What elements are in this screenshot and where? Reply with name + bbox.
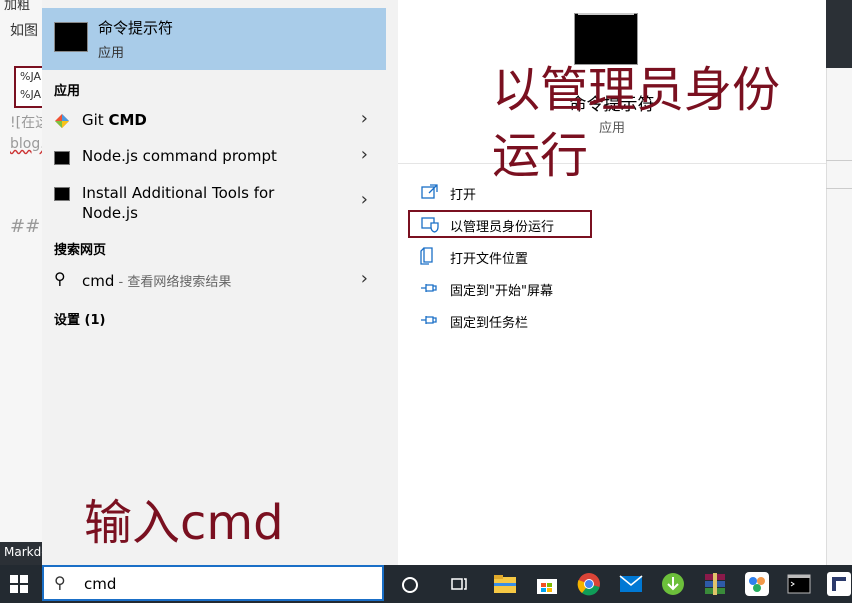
- baidu-netdisk-icon[interactable]: [744, 571, 770, 597]
- mail-icon[interactable]: [618, 571, 644, 597]
- bg-heading-marker: ##: [10, 216, 41, 237]
- file-explorer-icon[interactable]: [492, 571, 518, 597]
- search-icon: ⚲: [54, 573, 66, 592]
- app-item-git-cmd[interactable]: Git CMD ›: [42, 104, 386, 138]
- action-label: 打开文件位置: [450, 252, 529, 267]
- chrome-icon[interactable]: [576, 571, 602, 597]
- web-search-query: cmd: [82, 272, 115, 290]
- bg-text-line: 如图: [10, 23, 38, 39]
- task-view-icon[interactable]: [446, 571, 472, 597]
- store-icon[interactable]: [534, 571, 560, 597]
- app-item-nodejs-prompt[interactable]: Node.js command prompt ›: [42, 140, 386, 174]
- chevron-right-icon[interactable]: ›: [361, 108, 368, 129]
- app-item-nodejs-tools[interactable]: Install Additional Tools for Node.js ›: [42, 176, 386, 228]
- app-label-line2: Node.js: [82, 204, 138, 222]
- action-label: 固定到"开始"屏幕: [450, 284, 553, 299]
- search-input[interactable]: [82, 572, 366, 596]
- app-icon[interactable]: [826, 571, 852, 597]
- action-open-file-location[interactable]: 打开文件位置: [420, 244, 780, 268]
- action-run-as-admin[interactable]: 以管理员身份运行: [420, 212, 780, 236]
- command-prompt-icon: [54, 22, 88, 52]
- section-apps: 应用: [54, 84, 81, 99]
- shield-icon: [421, 217, 439, 233]
- file-location-icon: [420, 247, 433, 265]
- section-web-search: 搜索网页: [54, 243, 107, 258]
- pin-icon: [421, 316, 437, 324]
- command-prompt-icon: [54, 187, 70, 201]
- action-pin-start[interactable]: 固定到"开始"屏幕: [420, 276, 780, 300]
- web-search-item[interactable]: ⚲ cmd - 查看网络搜索结果 ›: [42, 264, 386, 298]
- chevron-right-icon[interactable]: ›: [361, 189, 368, 210]
- action-label: 打开: [450, 188, 477, 203]
- chevron-right-icon[interactable]: ›: [361, 144, 368, 165]
- taskbar-search-box[interactable]: ⚲: [42, 565, 384, 601]
- app-label-bold: CMD: [108, 111, 147, 129]
- open-icon: [421, 184, 438, 199]
- taskbar: ⚲: [0, 565, 852, 603]
- best-match-title: 命令提示符: [98, 19, 174, 37]
- app-label: Git: [82, 111, 109, 129]
- git-icon: [55, 114, 69, 128]
- bg-toolbar-text: 加粗: [4, 0, 31, 13]
- section-settings[interactable]: 设置 (1): [54, 309, 105, 328]
- annotation-type-cmd: 输入cmd: [84, 495, 284, 551]
- divider: [398, 163, 826, 164]
- bg-preview-pane: [826, 0, 852, 68]
- download-app-icon[interactable]: [660, 571, 686, 597]
- annotation-run-as-admin-line2: 运行: [492, 128, 589, 184]
- search-icon: ⚲: [54, 269, 66, 288]
- windows-start-icon[interactable]: [10, 575, 28, 593]
- chevron-right-icon[interactable]: ›: [361, 268, 368, 289]
- app-label: Install Additional Tools for: [82, 184, 275, 202]
- command-prompt-taskbar-icon[interactable]: [786, 571, 812, 597]
- bg-blog-link: blog.: [10, 136, 45, 152]
- cortana-icon[interactable]: [402, 577, 418, 593]
- action-pin-taskbar[interactable]: 固定到任务栏: [420, 308, 780, 332]
- annotation-run-as-admin: 以管理员身份: [492, 62, 781, 118]
- winrar-icon[interactable]: [702, 571, 728, 597]
- app-label: Node.js command prompt: [82, 147, 277, 165]
- action-label: 以管理员身份运行: [450, 220, 555, 235]
- preview-subtitle: 应用: [598, 121, 625, 136]
- best-match-item[interactable]: 命令提示符 应用: [42, 8, 386, 70]
- action-open[interactable]: 打开: [420, 180, 780, 204]
- command-prompt-icon: [54, 151, 70, 165]
- command-prompt-large-icon: [574, 13, 638, 65]
- best-match-subtitle: 应用: [98, 46, 125, 61]
- action-label: 固定到任务栏: [450, 316, 529, 331]
- pin-icon: [421, 284, 437, 292]
- results-pane: 命令提示符 应用 应用 Git CMD › Node.js command pr…: [42, 0, 386, 565]
- web-search-hint: - 查看网络搜索结果: [114, 275, 232, 290]
